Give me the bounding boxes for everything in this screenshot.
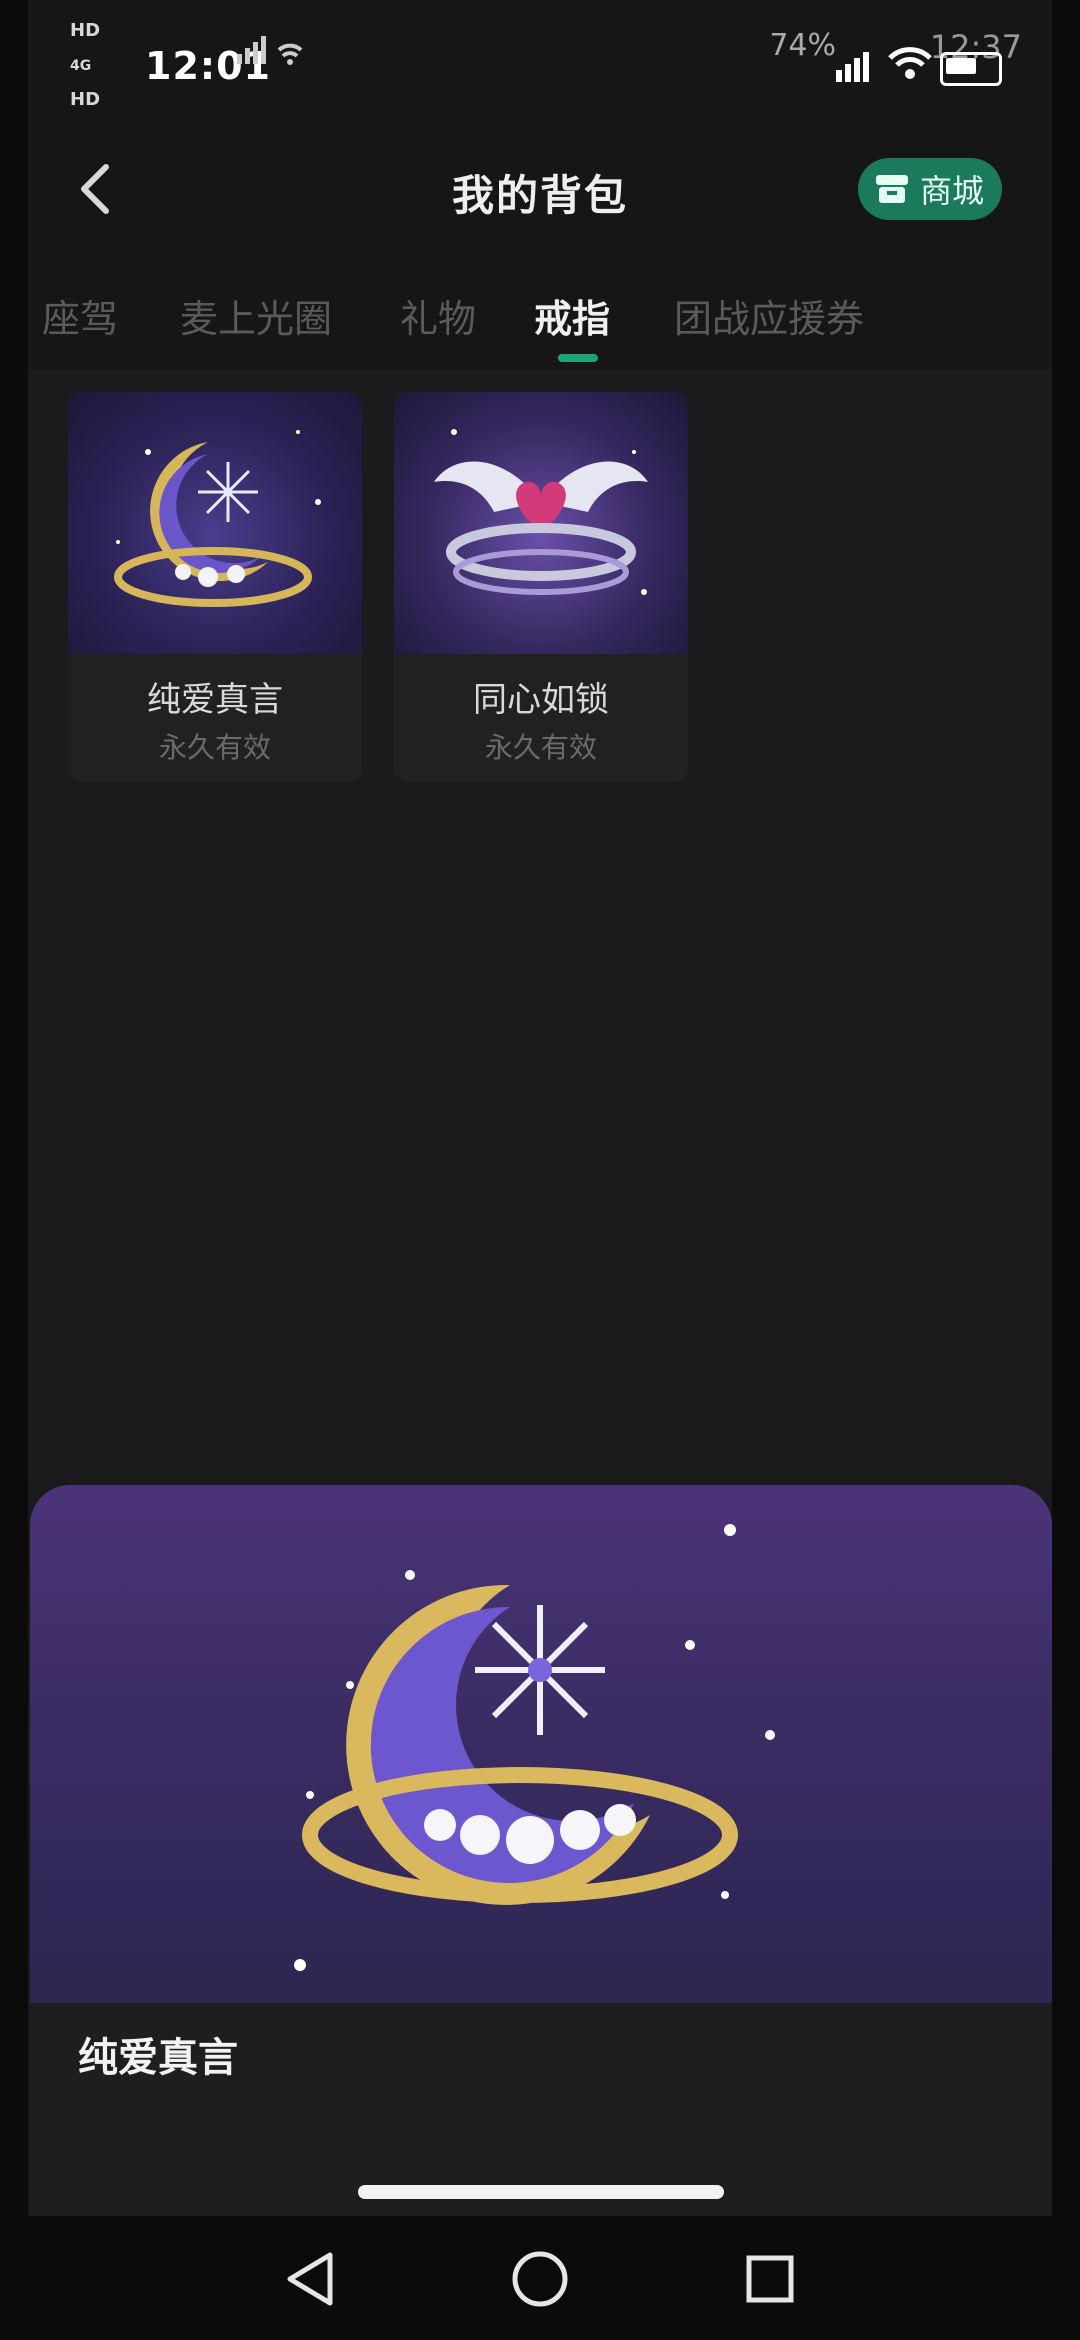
tab-mic-halo[interactable]: 麦上光圈 <box>180 288 332 343</box>
tab-team-battle-tickets[interactable]: 团战应援券 <box>674 288 864 343</box>
hd-badge-1: HD <box>70 20 101 41</box>
tab-mounts[interactable]: 座驾 <box>42 288 118 343</box>
ring-preview-image <box>30 1485 1052 2003</box>
square-recents-icon <box>746 2255 794 2303</box>
nav-recents-button[interactable] <box>735 2244 805 2314</box>
ring-name-2: 同心如锁 <box>473 680 609 720</box>
ring-card-2[interactable]: 同心如锁 永久有效 <box>394 392 688 782</box>
status-bar: HD 4G HD 4G 12:01 74% 12:37 <box>28 0 1052 143</box>
signal-icon <box>237 36 303 65</box>
tab-gifts[interactable]: 礼物 <box>400 288 476 343</box>
category-tabs: 座驾 麦上光圈 礼物 戒指 团战应援券 <box>28 260 1052 370</box>
shop-label: 商城 <box>919 172 984 210</box>
ring-thumbnail-1 <box>68 392 362 654</box>
hd-badge-2: HD <box>70 89 101 110</box>
system-nav-bar <box>0 2216 1080 2340</box>
ring-card-1[interactable]: 纯爱真言 永久有效 <box>68 392 362 782</box>
winged-heart-ring-icon <box>434 429 648 595</box>
shop-button[interactable]: 商城 <box>857 158 1002 220</box>
ring-validity-2: 永久有效 <box>484 731 597 764</box>
page-header: 我的背包 商城 <box>28 110 1052 260</box>
tab-rings[interactable]: 戒指 <box>534 288 610 343</box>
cellular-icon <box>836 52 869 82</box>
nav-back-button[interactable] <box>275 2244 345 2314</box>
circle-home-icon <box>512 2251 568 2307</box>
ring-thumbnail-2 <box>394 392 688 654</box>
ring-validity-1: 永久有效 <box>158 731 271 764</box>
ring-preview-sheet: 纯爱真言 <box>30 1485 1052 2216</box>
inventory-grid: 纯爱真言 永久有效 同心如锁 永久有效 <box>28 370 1052 1480</box>
crescent-ring-large-icon <box>294 1524 775 1971</box>
preview-ring-name: 纯爱真言 <box>78 2035 238 2081</box>
net-label-1: 4G <box>70 58 92 74</box>
ring-name-1: 纯爱真言 <box>147 680 283 720</box>
nav-home-button[interactable] <box>505 2244 575 2314</box>
status-right: 74% 12:37 <box>762 24 1022 86</box>
store-icon <box>875 175 908 203</box>
battery-percent: 74% <box>769 28 836 63</box>
triangle-back-icon <box>287 2252 333 2306</box>
screen-gutter-left <box>0 0 28 2216</box>
home-indicator[interactable] <box>358 2185 724 2199</box>
wifi-icon <box>888 47 932 79</box>
crescent-ring-icon <box>114 430 321 607</box>
battery-icon <box>940 52 1002 86</box>
active-tab-indicator <box>558 354 598 362</box>
screen-gutter-right <box>1052 0 1080 2216</box>
